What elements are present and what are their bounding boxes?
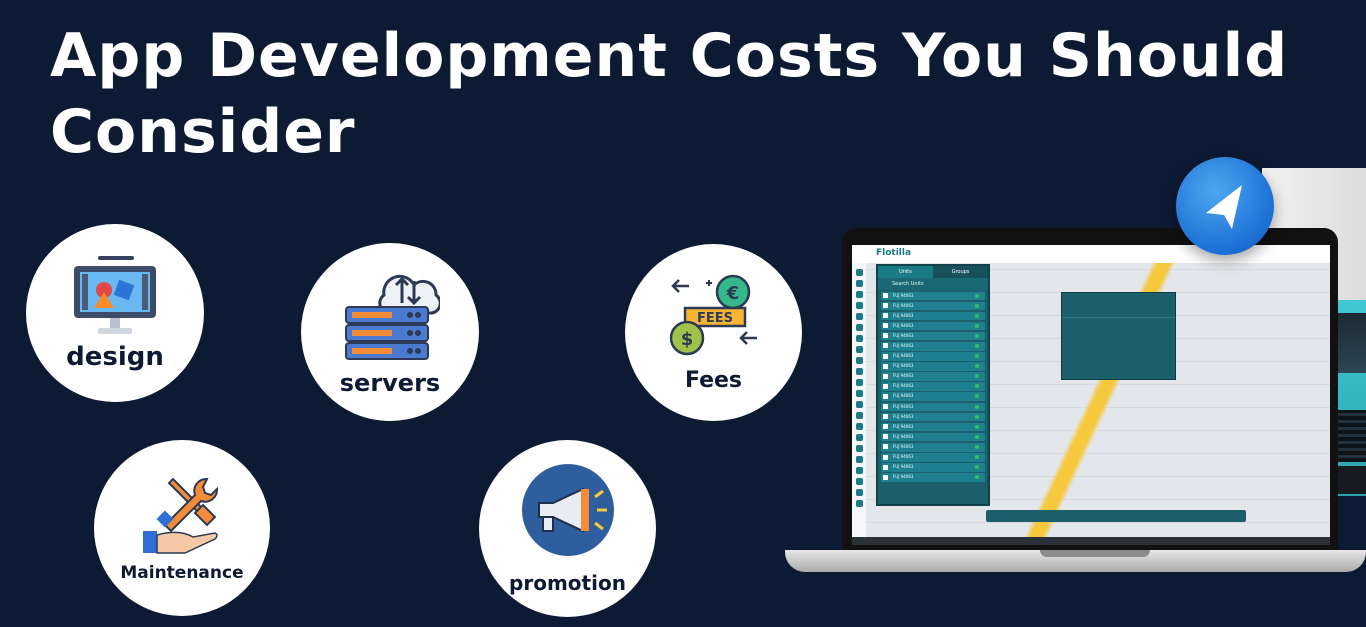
monitor-design-icon	[74, 256, 156, 334]
sidebar-icon[interactable]	[855, 313, 863, 320]
app-logo: Flotilla	[876, 248, 912, 258]
unit-row[interactable]: FUJ 94063	[881, 341, 985, 351]
promotion-card: promotion	[479, 440, 656, 617]
svg-text:$: $	[680, 329, 693, 350]
sidebar-icon[interactable]	[855, 291, 863, 298]
sidebar-icon[interactable]	[855, 445, 863, 452]
sidebar-icon[interactable]	[855, 500, 863, 507]
sidebar-icon[interactable]	[855, 456, 863, 463]
app-footer	[852, 537, 1330, 545]
tab-units[interactable]: Units	[878, 266, 933, 278]
unit-row[interactable]: FUJ 94063	[881, 392, 985, 402]
tab-groups[interactable]: Groups	[933, 266, 988, 278]
app-sidebar	[852, 263, 866, 545]
fees-label: Fees	[684, 368, 743, 393]
unit-row[interactable]: FUJ 94063	[881, 382, 985, 391]
sidebar-icon[interactable]	[855, 280, 863, 287]
sidebar-icon[interactable]	[855, 412, 863, 419]
laptop-notch	[1040, 550, 1150, 557]
megaphone-icon	[521, 463, 614, 556]
sidebar-icon[interactable]	[855, 390, 863, 397]
sidebar-icon[interactable]	[855, 379, 863, 386]
svg-text:€: €	[725, 283, 739, 304]
units-search-input[interactable]: Search Units	[878, 278, 988, 290]
sidebar-icon[interactable]	[855, 346, 863, 353]
sidebar-icon[interactable]	[855, 478, 863, 485]
wrench-screwdriver-hand-icon	[143, 477, 218, 554]
unit-row[interactable]: FUJ 94063	[881, 301, 985, 311]
unit-row[interactable]: FUJ 94063	[881, 412, 985, 422]
unit-row[interactable]: FUJ 94063	[881, 372, 985, 381]
fees-currency-icon: € FEES $	[669, 274, 757, 356]
unit-row[interactable]: FUJ 94063	[881, 352, 985, 361]
unit-row[interactable]: FUJ 94063	[881, 463, 985, 472]
unit-row[interactable]: FUJ 94063	[881, 422, 985, 432]
fees-card: € FEES $ Fees	[625, 244, 802, 421]
design-card: design	[26, 224, 204, 402]
sidebar-icon[interactable]	[855, 269, 863, 276]
sidebar-icon[interactable]	[855, 423, 863, 430]
unit-info-card	[1061, 292, 1176, 380]
unit-row[interactable]: FUJ 94063	[881, 442, 985, 452]
maintenance-card: Maintenance	[94, 440, 270, 616]
unit-row[interactable]: FUJ 94063	[881, 331, 985, 341]
sidebar-icon[interactable]	[855, 368, 863, 375]
servers-card: servers	[301, 243, 479, 421]
laptop-screen: Flotilla Units Groups Search Units FUJ 9…	[852, 245, 1330, 545]
info-card-body	[1062, 318, 1175, 322]
sidebar-icon[interactable]	[855, 324, 863, 331]
unit-list: FUJ 94063 FUJ 94063 FUJ 94063 FUJ 94063 FUJ …	[878, 291, 988, 482]
servers-label: servers	[339, 369, 441, 397]
unit-row[interactable]: FUJ 94063	[881, 321, 985, 331]
sidebar-icon[interactable]	[855, 302, 863, 309]
units-panel: Units Groups Search Units FUJ 94063 FUJ 9…	[876, 264, 990, 506]
location-arrow-icon	[1206, 185, 1242, 229]
location-bubble	[1176, 157, 1274, 255]
unit-row[interactable]: FUJ 94063	[881, 311, 985, 321]
sidebar-icon[interactable]	[855, 357, 863, 364]
unit-row[interactable]: FUJ 94063	[881, 291, 985, 301]
server-cloud-icon	[345, 274, 440, 360]
unit-row[interactable]: FUJ 94063	[881, 432, 985, 442]
sidebar-icon[interactable]	[855, 434, 863, 441]
maintenance-label: Maintenance	[120, 563, 244, 583]
unit-row[interactable]: FUJ 94063	[881, 402, 985, 412]
map-toolbar[interactable]	[986, 510, 1246, 522]
sidebar-icon[interactable]	[855, 467, 863, 474]
info-card-header	[1062, 293, 1175, 318]
sidebar-icon[interactable]	[855, 489, 863, 496]
unit-row[interactable]: FUJ 94063	[881, 473, 985, 482]
sidebar-icon[interactable]	[855, 335, 863, 342]
sidebar-icon[interactable]	[855, 401, 863, 408]
fees-sign-text: FEES	[696, 311, 732, 326]
unit-row[interactable]: FUJ 94063	[881, 453, 985, 462]
design-label: design	[66, 342, 164, 372]
promotion-label: promotion	[509, 570, 626, 595]
page-headline: App Development Costs You Should Conside…	[50, 21, 1289, 167]
unit-row[interactable]: FUJ 94063	[881, 362, 985, 371]
